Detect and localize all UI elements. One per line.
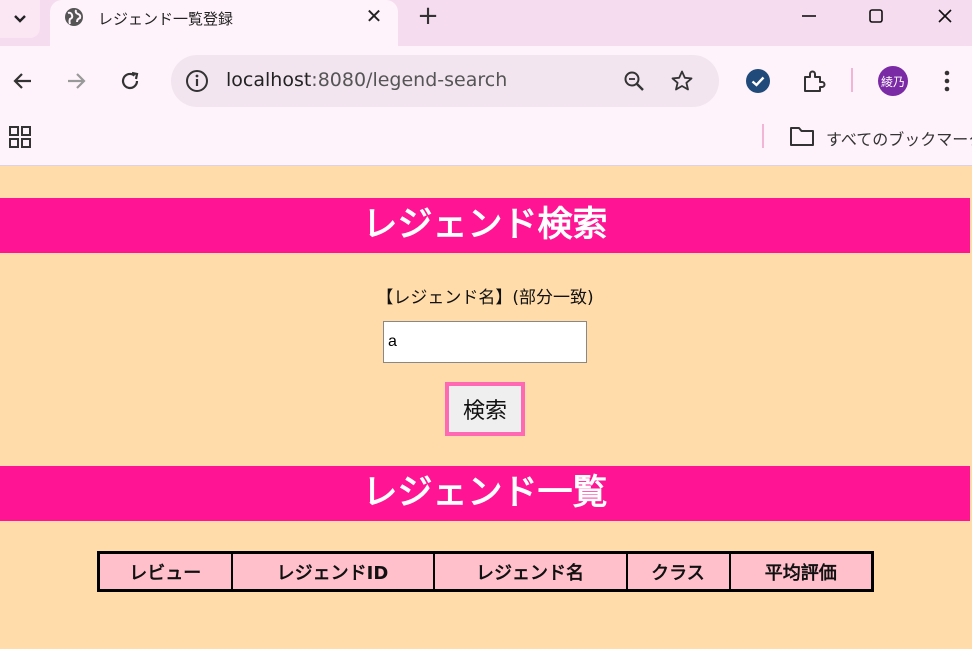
- column-header-average-rating: 平均評価: [728, 551, 874, 592]
- browser-toolbar: localhost:8080/legend-search: [0, 46, 972, 116]
- window-close-icon[interactable]: [933, 4, 957, 28]
- chevron-down-icon: [14, 15, 26, 23]
- search-heading: レジェンド検索: [0, 198, 970, 253]
- bookmarks-bar: すべてのブックマーク: [0, 116, 972, 166]
- back-arrow-icon[interactable]: [10, 68, 36, 94]
- search-button[interactable]: 検索: [445, 382, 525, 436]
- globe-icon: [65, 8, 83, 26]
- tab-close-icon[interactable]: ✕: [364, 6, 384, 26]
- legend-name-label: 【レジェンド名】(部分一致): [376, 288, 594, 308]
- column-header-legend-id: レジェンドID: [230, 551, 435, 592]
- bookmark-star-icon[interactable]: [670, 69, 694, 93]
- profile-avatar[interactable]: 綾乃: [878, 66, 908, 96]
- extensions-puzzle-icon[interactable]: [801, 68, 827, 94]
- more-menu-icon[interactable]: [934, 68, 960, 94]
- tab-strip: レジェンド一覧登録 ✕ +: [0, 0, 972, 46]
- column-header-legend-name: レジェンド名: [432, 551, 628, 592]
- forward-arrow-icon[interactable]: [63, 68, 89, 94]
- apps-grid-icon[interactable]: [9, 126, 31, 148]
- table-header-row: レビュー レジェンドID レジェンド名 クラス 平均評価: [97, 551, 874, 592]
- address-bar[interactable]: localhost:8080/legend-search: [171, 55, 719, 107]
- maximize-icon[interactable]: [864, 4, 888, 28]
- column-header-class: クラス: [625, 551, 731, 592]
- legend-name-input[interactable]: [383, 321, 587, 363]
- active-tab[interactable]: レジェンド一覧登録 ✕: [50, 0, 398, 46]
- legend-table: レビュー レジェンドID レジェンド名 クラス 平均評価: [97, 551, 874, 592]
- site-info-icon[interactable]: [185, 69, 209, 93]
- toolbar-divider: [851, 68, 853, 92]
- extension-check-icon[interactable]: [745, 68, 771, 94]
- tab-title: レジェンド一覧登録: [98, 10, 234, 28]
- url-text: localhost:8080/legend-search: [226, 69, 508, 91]
- reload-icon[interactable]: [117, 68, 143, 94]
- list-heading: レジェンド一覧: [0, 466, 970, 521]
- folder-icon[interactable]: [789, 125, 815, 147]
- bookmarks-divider: [762, 124, 764, 148]
- new-tab-plus-icon[interactable]: +: [416, 3, 440, 29]
- all-bookmarks-label[interactable]: すべてのブックマーク: [826, 126, 972, 150]
- minimize-icon[interactable]: [797, 4, 821, 28]
- tab-search-button[interactable]: [0, 0, 40, 38]
- zoom-icon[interactable]: [622, 69, 646, 93]
- column-header-review: レビュー: [97, 551, 233, 592]
